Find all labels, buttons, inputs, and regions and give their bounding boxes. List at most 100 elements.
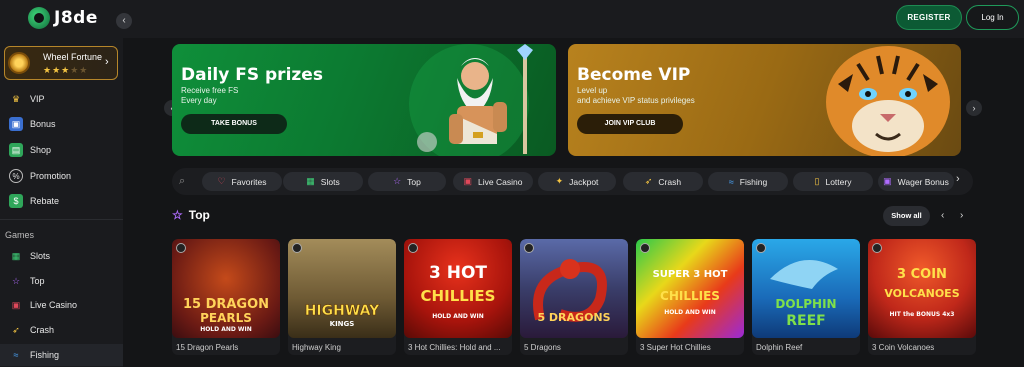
- art-title: PEARLS: [200, 311, 252, 325]
- sidebar-item-label: Promotion: [30, 171, 72, 181]
- section-title-top: ☆ Top: [172, 208, 210, 222]
- tiger-illustration: [826, 46, 950, 156]
- section-prev-button[interactable]: ‹: [941, 210, 944, 221]
- game-thumbnail: DOLPHIN REEF: [752, 239, 860, 338]
- art-title: DOLPHIN: [775, 297, 837, 311]
- fish-icon: ≈: [13, 350, 19, 360]
- banner-daily-fs[interactable]: Daily FS prizes Receive free FS Every da…: [172, 44, 556, 156]
- game-card[interactable]: DOLPHIN REEF Dolphin Reef: [752, 239, 860, 355]
- rocket-icon: ➶: [12, 324, 20, 335]
- game-card[interactable]: 3 COIN VOLCANOES HIT the BONUS 4x3 3 Coi…: [868, 239, 976, 355]
- category-label: Fishing: [739, 176, 768, 187]
- rocket-icon: ➶: [644, 176, 653, 186]
- provider-badge-icon: [176, 243, 186, 253]
- sidebar-item-label: Crash: [30, 325, 55, 335]
- game-thumbnail: 3 HOT CHILLIES HOLD AND WIN: [404, 239, 512, 338]
- logo[interactable]: J8de: [28, 7, 98, 29]
- wheel-icon: [8, 52, 30, 74]
- category-slots[interactable]: ▦ Slots: [283, 172, 363, 191]
- banner-become-vip[interactable]: Become VIP Level up and achieve VIP stat…: [568, 44, 961, 156]
- section-next-button[interactable]: ›: [960, 210, 963, 221]
- game-name: 3 Super Hot Chillies: [640, 343, 711, 352]
- sidebar-item-top[interactable]: ☆ Top: [0, 270, 123, 292]
- sidebar-item-label: Rebate: [30, 196, 60, 206]
- provider-badge-icon: [872, 243, 882, 253]
- star-icon: ☆: [393, 176, 402, 186]
- game-thumbnail: 3 COIN VOLCANOES HIT the BONUS 4x3: [868, 239, 976, 338]
- game-card[interactable]: SUPER 3 HOT CHILLIES HOLD AND WIN 3 Supe…: [636, 239, 744, 355]
- sidebar-item-label: Slots: [30, 251, 51, 261]
- category-live-casino[interactable]: ▣ Live Casino: [453, 172, 533, 191]
- art-title: 3 HOT: [428, 263, 488, 283]
- sidebar-item-slots[interactable]: ▦ Slots: [0, 245, 123, 267]
- search-icon[interactable]: ⌕: [179, 175, 191, 187]
- game-name: Dolphin Reef: [756, 343, 803, 352]
- live-casino-icon: ▣: [463, 176, 473, 186]
- sidebar-item-live-casino[interactable]: ▣ Live Casino: [0, 294, 123, 316]
- banner-subtitle: and achieve VIP status privileges: [577, 96, 695, 105]
- game-name: 3 Hot Chillies: Hold and ...: [408, 343, 501, 352]
- art-title: 5 DRAGONS: [537, 311, 611, 324]
- sidebar-item-rebate[interactable]: $ Rebate: [0, 190, 123, 212]
- chevron-right-icon[interactable]: ›: [956, 173, 960, 185]
- category-bar: ⌕ ♡ Favorites ▦ Slots ☆ Top ▣ Live Casin…: [172, 168, 973, 195]
- join-vip-club-button[interactable]: JOIN VIP CLUB: [577, 114, 683, 134]
- banner-title: Daily FS prizes: [181, 65, 323, 85]
- sidebar-item-shop[interactable]: ▤ Shop: [0, 139, 123, 161]
- sidebar-item-crash[interactable]: ➶ Crash: [0, 319, 123, 341]
- provider-badge-icon: [292, 243, 302, 253]
- sidebar-item-label: Fishing: [30, 350, 60, 360]
- sidebar-item-bonus[interactable]: ▣ Bonus: [0, 113, 123, 135]
- game-card[interactable]: 15 DRAGON PEARLS HOLD AND WIN 15 Dragon …: [172, 239, 280, 355]
- game-card[interactable]: 3 HOT CHILLIES HOLD AND WIN 3 Hot Chilli…: [404, 239, 512, 355]
- game-thumbnail: 15 DRAGON PEARLS HOLD AND WIN: [172, 239, 280, 338]
- category-label: Top: [407, 176, 421, 187]
- provider-badge-icon: [524, 243, 534, 253]
- art-subtitle: HOLD AND WIN: [200, 326, 252, 333]
- game-card[interactable]: 5 DRAGONS 5 Dragons: [520, 239, 628, 355]
- wheel-title: Wheel Fortune: [43, 52, 103, 62]
- main-content: ‹ Daily FS prizes Receive free FS Every …: [123, 38, 1024, 367]
- category-lottery[interactable]: ▯ Lottery: [793, 172, 873, 191]
- game-thumbnail: SUPER 3 HOT CHILLIES HOLD AND WIN: [636, 239, 744, 338]
- login-button[interactable]: Log In: [966, 5, 1019, 30]
- art-subtitle: HIT the BONUS 4x3: [889, 311, 955, 318]
- category-label: Live Casino: [478, 176, 523, 187]
- provider-badge-icon: [756, 243, 766, 253]
- category-label: Jackpot: [569, 176, 599, 187]
- wager-icon: ▣: [883, 176, 892, 186]
- banner-next-button[interactable]: ›: [966, 100, 982, 116]
- game-name: 3 Coin Volcanoes: [872, 343, 935, 352]
- jackpot-icon: ✦: [555, 176, 564, 186]
- slots-icon: ▦: [306, 176, 315, 186]
- category-top[interactable]: ☆ Top: [368, 172, 446, 191]
- zeus-illustration: [409, 44, 533, 156]
- banner-subtitle: Level up: [577, 86, 608, 95]
- art-title: SUPER 3 HOT: [652, 269, 728, 280]
- category-jackpot[interactable]: ✦ Jackpot: [538, 172, 616, 191]
- game-card[interactable]: HIGHWAY KINGS Highway King: [288, 239, 396, 355]
- category-label: Crash: [658, 176, 682, 187]
- take-bonus-button[interactable]: TAKE BONUS: [181, 114, 287, 134]
- sidebar-item-label: Shop: [30, 145, 52, 155]
- category-favorites[interactable]: ♡ Favorites: [202, 172, 282, 191]
- category-label: Slots: [320, 176, 340, 187]
- sidebar-item-vip[interactable]: ♛ VIP: [0, 88, 123, 110]
- collapse-sidebar-button[interactable]: ‹: [116, 13, 132, 29]
- sidebar-item-promotion[interactable]: % Promotion: [0, 165, 123, 187]
- category-label: Wager Bonus: [897, 176, 949, 187]
- category-crash[interactable]: ➶ Crash: [623, 172, 703, 191]
- sidebar-item-label: VIP: [30, 94, 45, 104]
- slots-icon: ▦: [11, 250, 21, 261]
- register-button[interactable]: REGISTER: [896, 5, 962, 30]
- category-fishing[interactable]: ≈ Fishing: [708, 172, 788, 191]
- show-all-button[interactable]: Show all: [883, 206, 930, 226]
- sidebar-item-fishing[interactable]: ≈ Fishing: [0, 344, 123, 366]
- category-wager-bonus[interactable]: ▣ Wager Bonus: [878, 172, 954, 191]
- star-icon: ☆: [172, 208, 183, 222]
- games-heading: Games: [5, 230, 35, 240]
- art-title: HIGHWAY: [304, 303, 380, 320]
- provider-badge-icon: [408, 243, 418, 253]
- wheel-fortune-card[interactable]: Wheel Fortune ★★★★★ ›: [4, 46, 118, 80]
- fish-icon: ≈: [728, 176, 734, 187]
